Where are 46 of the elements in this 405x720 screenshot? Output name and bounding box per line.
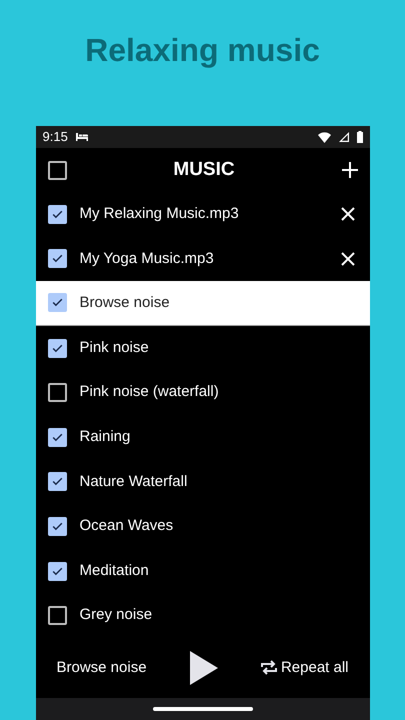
item-label: My Yoga Music.mp3 [80,248,215,269]
checkbox[interactable] [48,249,66,268]
item-label: Pink noise [80,338,150,358]
music-list-item[interactable]: Browse noise [36,281,370,326]
checkbox[interactable] [48,160,66,180]
item-label: Grey noise [80,605,154,626]
checkbox[interactable] [48,516,66,536]
headline: Relaxing music [85,31,320,70]
music-list-item[interactable]: My Yoga Music.mp3 [36,236,370,282]
music-list-item[interactable]: Grey noise [36,593,370,638]
now-playing-text: Browse noise [56,658,147,678]
status-time: 9:15 [42,128,68,146]
music-list-item[interactable]: Pink noise [36,326,370,370]
music-list-item[interactable]: Ocean Waves [36,504,370,549]
signal-icon [338,132,348,142]
checkbox[interactable] [48,562,66,581]
close-icon[interactable] [340,252,354,266]
play-icon[interactable] [190,650,218,685]
battery-icon [356,131,362,143]
checkbox[interactable] [48,383,66,402]
item-label: Browse noise [80,292,171,313]
checkbox[interactable] [48,472,66,492]
wifi-icon [318,132,330,142]
item-label: Ocean Waves [80,516,174,536]
music-list-item[interactable]: Raining [36,414,370,460]
item-label: Meditation [80,560,150,581]
music-list-item[interactable]: Pink noise (waterfall) [36,370,370,415]
repeat-button[interactable]: Repeat all [260,656,348,680]
checkbox[interactable] [48,428,66,447]
music-list-item[interactable]: Nature Waterfall [36,460,370,504]
music-list-item[interactable]: My Relaxing Music.mp3 [36,192,370,237]
dialog-title: MUSIC [172,158,236,182]
checkbox[interactable] [48,204,66,224]
add-icon[interactable] [342,162,358,178]
item-label: Raining [80,427,132,448]
checkbox[interactable] [48,338,66,358]
home-handle[interactable] [152,707,252,711]
repeat-icon [260,659,277,676]
checkbox[interactable] [48,606,66,626]
item-label: Nature Waterfall [80,472,188,492]
checkbox[interactable] [48,293,66,312]
item-label: My Relaxing Music.mp3 [80,204,240,224]
item-label: Pink noise (waterfall) [80,382,220,402]
bed-icon [76,133,88,141]
close-icon[interactable] [340,207,354,222]
music-list-item[interactable]: Meditation [36,548,370,594]
